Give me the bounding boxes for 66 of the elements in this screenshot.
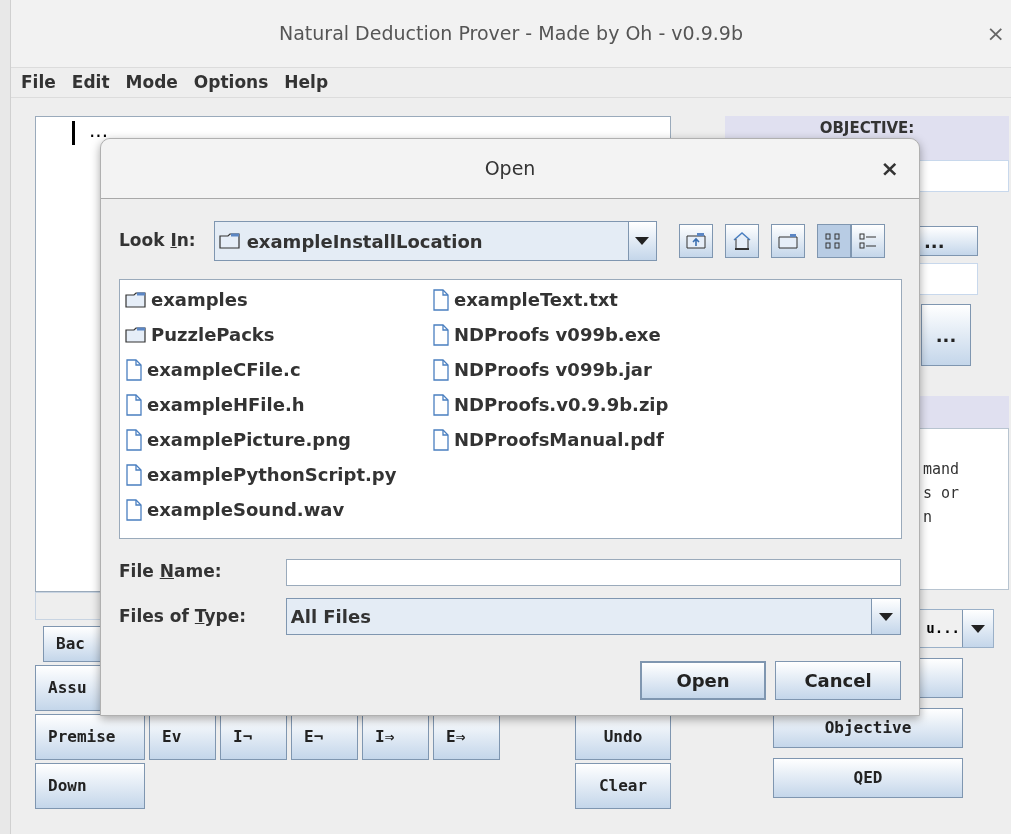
file-name-label: File Name: [119,561,222,582]
directory-entry[interactable]: NDProofs v099b.exe [432,317,669,352]
directory-entry[interactable]: examples [125,282,432,317]
rule-button[interactable]: E⇒ [433,714,500,760]
up-folder-icon [685,232,706,250]
dialog-title: Open [484,156,536,182]
file-type-combo[interactable]: All Files [285,598,901,635]
rule-button[interactable]: I¬ [220,714,287,760]
command-button[interactable]: Clear [575,763,671,809]
directory-entry[interactable]: NDProofs v099b.jar [432,352,669,387]
rule-button[interactable]: Down [35,763,145,809]
directory-entry[interactable]: exampleCFile.c [125,352,432,387]
menu-item[interactable]: File [21,69,56,96]
console-line: n [923,507,934,528]
document-icon [125,393,143,416]
dropdown-arrow-icon [879,612,893,621]
console-line: mand [923,459,961,480]
rule-button[interactable]: Ev [149,714,216,760]
home-icon [731,231,752,251]
document-icon [432,323,450,346]
document-icon [432,428,450,451]
file-name-field[interactable] [285,558,901,586]
document-icon [125,428,143,451]
text-cursor [72,121,75,145]
folder-icon [777,233,798,249]
directory-entry[interactable]: examplePicture.png [125,422,432,457]
dropdown-arrow-icon [971,624,985,633]
dialog-button[interactable]: Cancel [775,661,901,700]
details-view-icon [857,231,878,251]
file-type-label: Files of Type: [119,605,246,626]
close-button[interactable]: × [986,17,1005,50]
menu-item[interactable]: Mode [125,69,178,96]
folder-icon [125,325,147,344]
folder-icon [218,232,241,250]
directory-entry[interactable]: exampleHFile.h [125,387,432,422]
directory-entry[interactable]: exampleSound.wav [125,492,432,527]
directory-entry[interactable]: exampleText.txt [432,282,669,317]
document-icon [125,463,143,486]
rule-button[interactable]: Premise [35,714,145,760]
directory-entry[interactable]: NDProofs.v0.9.9b.zip [432,387,669,422]
document-icon [432,393,450,416]
menu-item[interactable]: Edit [71,69,110,96]
directory-entry[interactable]: PuzzlePacks [125,317,432,352]
window-title: Natural Deduction Prover - Made by Oh - v0.9.9b [279,21,743,47]
dialog-button[interactable]: Open [640,661,766,700]
editor-text: ... [89,121,109,139]
action-button[interactable]: QED [773,758,963,798]
document-icon [432,358,450,381]
tall-button[interactable]: ... [921,304,971,366]
look-in-label: Look In: [119,229,196,253]
rule-button[interactable]: E¬ [291,714,358,760]
command-button[interactable]: Undo [575,714,671,760]
menu-item[interactable]: Help [284,69,329,96]
document-icon [432,288,450,311]
file-list[interactable] [119,279,902,539]
rule-button[interactable]: I⇒ [362,714,429,760]
document-icon [125,498,143,521]
menu-item[interactable]: Options [193,69,269,96]
look-in-combo[interactable]: exampleInstallLocation [213,221,657,261]
toolbar-button[interactable] [724,224,759,258]
document-icon [125,358,143,381]
directory-entry[interactable]: NDProofsManual.pdf [432,422,669,457]
directory-entry[interactable]: examplePythonScript.py [125,457,432,492]
dropdown-arrow-icon [635,237,650,245]
console-line: s or [923,483,961,504]
folder-icon [125,290,147,309]
